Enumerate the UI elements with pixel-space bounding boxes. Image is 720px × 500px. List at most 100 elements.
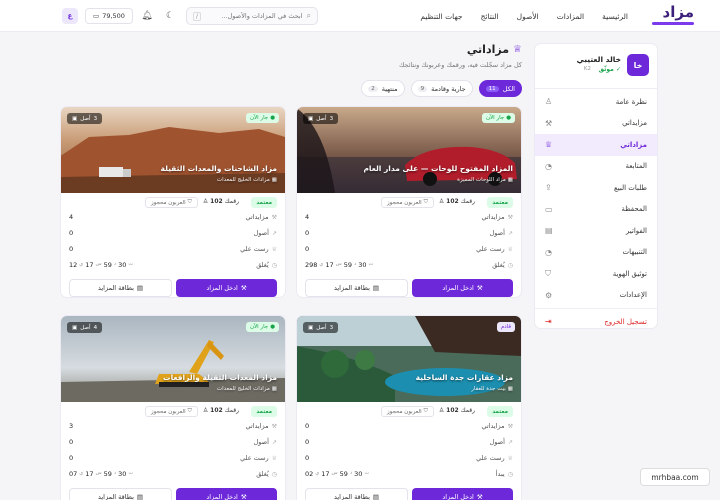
- auction-title: مزاد الشاحنات والمعدات الثقيلة: [160, 164, 277, 173]
- approved-badge: معتمد: [251, 197, 277, 208]
- status-badge: ● جار الآن: [482, 113, 515, 123]
- nav-assets[interactable]: الأصول: [517, 12, 539, 21]
- card-icon: ▤: [372, 284, 380, 292]
- wallet-icon: ▭: [93, 12, 100, 20]
- gavel-icon: ⚒: [507, 213, 513, 221]
- lots-badge: 4 أصل ▣: [67, 322, 103, 333]
- auction-organizer: ▦ مزادات الخليج للمعدات: [216, 177, 277, 183]
- clock-icon: ◷: [507, 261, 513, 269]
- enter-auction-button[interactable]: ⚒ ادخل المزاد: [176, 279, 277, 297]
- bidder-card-button[interactable]: ▤ بطاقة المزايد: [305, 279, 408, 297]
- gavel-icon: ⚒: [271, 422, 277, 430]
- brand-logo[interactable]: مزاد: [648, 3, 694, 27]
- arrow-icon: ↗: [507, 438, 513, 446]
- logo-underline: [652, 22, 694, 25]
- enter-auction-button[interactable]: ⚒ ادخل المزاد: [176, 488, 277, 500]
- filter-all[interactable]: الكل 11: [478, 80, 522, 97]
- bell-icon: ◔: [545, 161, 552, 171]
- divider: [535, 88, 657, 89]
- account-sidebar: خا خالد العتيبي ✓ موثّق K2 نظرة عامة ♙ مز…: [534, 43, 658, 329]
- paddle-number: رقمك 102 ♙: [438, 198, 475, 205]
- box-icon: ▣: [72, 324, 78, 331]
- theme-toggle-icon[interactable]: ☾: [162, 8, 178, 24]
- auction-card[interactable]: قادم 3 أصل ▣ مزاد عقارات جدة الساحلية ▦ ب…: [296, 315, 522, 500]
- card-icon: ▤: [136, 284, 144, 292]
- trophy-icon: ♕: [545, 140, 553, 150]
- auction-image[interactable]: ● جار الآن 3 أصل ▣ المزاد المفتوح للوحات…: [297, 107, 521, 193]
- sidebar-item-kyc[interactable]: توثيق الهوية ⛉: [535, 263, 657, 285]
- auction-card[interactable]: ● جار الآن 3 أصل ▣ المزاد المفتوح للوحات…: [296, 106, 522, 298]
- user-icon: ♙: [438, 407, 445, 414]
- countdown-timer: 298 ي 17 س 59 د 30 ث: [305, 261, 374, 269]
- page-subtitle: كل مزاد سجّلت فيه، ورقمك وعربونك ونتائجك: [398, 61, 522, 69]
- sidebar-item-settings[interactable]: الإعدادات ⚙: [535, 285, 657, 307]
- sidebar-item-sell-requests[interactable]: طلبات البيع ⇪: [535, 177, 657, 199]
- wallet-balance[interactable]: 79,500 ▭: [85, 8, 133, 24]
- lots-badge: 3 أصل ▣: [67, 113, 103, 124]
- logout-icon: ⇥: [545, 317, 552, 327]
- sidebar-item-alerts[interactable]: التنبيهات ◔: [535, 242, 657, 264]
- logout-button[interactable]: تسجيل الخروج ⇥: [535, 311, 657, 333]
- arrow-icon: ↗: [507, 229, 513, 237]
- clock-icon: ◷: [507, 470, 513, 478]
- auction-image[interactable]: قادم 3 أصل ▣ مزاد عقارات جدة الساحلية ▦ ب…: [297, 316, 521, 402]
- sidebar-item-invoices[interactable]: الفواتير ▤: [535, 220, 657, 242]
- auction-card[interactable]: ● جار الآن 3 أصل ▣ مزاد الشاحنات والمعدا…: [60, 106, 286, 298]
- gavel-icon: ⚒: [545, 118, 553, 128]
- search-box[interactable]: ⌕ /: [186, 7, 318, 25]
- nav-regulators[interactable]: جهات التنظيم: [420, 12, 462, 21]
- gavel-icon: ⚒: [240, 493, 247, 500]
- notifications-icon[interactable]: 🔔︎: [139, 8, 155, 24]
- enter-auction-button[interactable]: ⚒ ادخل المزاد: [412, 279, 513, 297]
- divider: [535, 308, 657, 309]
- user-avatar: خا: [627, 54, 649, 76]
- nav-home[interactable]: الرئيسية: [602, 12, 628, 21]
- auction-organizer: ▦ مزادات الخليج للمعدات: [216, 386, 277, 392]
- paddle-number: رقمك 102 ♙: [202, 407, 239, 414]
- user-name: خالد العتيبي: [576, 55, 621, 64]
- countdown-timer: 12 ي 17 س 59 د 30 ث: [69, 261, 134, 269]
- card-icon: ▤: [372, 493, 380, 500]
- gear-icon: ⚙: [545, 290, 553, 300]
- page-title: ♕ مزاداتي: [466, 43, 522, 56]
- sidebar-item-my-bids[interactable]: مزايداتي ⚒: [535, 113, 657, 135]
- user-card: خا خالد العتيبي ✓ موثّق K2: [541, 54, 649, 80]
- bidder-card-button[interactable]: ▤ بطاقة المزايد: [305, 488, 408, 500]
- filter-ongoing-upcoming[interactable]: جارية وقادمة 9: [410, 80, 473, 97]
- arrow-icon: ↗: [271, 438, 277, 446]
- trophy-icon: ♕: [271, 245, 277, 253]
- arrow-icon: ↗: [271, 229, 277, 237]
- auction-card[interactable]: ● جار الآن 4 أصل ▣ مزاد المعدات الثقيلة …: [60, 315, 286, 500]
- gavel-icon: ⚒: [240, 284, 247, 292]
- clock-icon: ◷: [271, 261, 277, 269]
- auction-image[interactable]: ● جار الآن 4 أصل ▣ مزاد المعدات الثقيلة …: [61, 316, 285, 402]
- trophy-icon: ♕: [507, 454, 513, 462]
- box-icon: ▣: [72, 115, 78, 122]
- auction-title: المزاد المفتوح للوحات — على مدار العام: [363, 164, 513, 173]
- sidebar-item-overview[interactable]: نظرة عامة ♙: [535, 91, 657, 113]
- filter-ended[interactable]: منتهية 2: [361, 80, 405, 97]
- nav-results[interactable]: النتائج: [481, 12, 499, 21]
- auction-title: مزاد عقارات جدة الساحلية: [415, 373, 513, 382]
- lots-badge: 3 أصل ▣: [303, 322, 339, 333]
- enter-auction-button[interactable]: ⚒ ادخل المزاد: [412, 488, 513, 500]
- top-header: مزاد الرئيسية المزادات الأصول النتائج جه…: [0, 0, 720, 32]
- nav-auctions[interactable]: المزادات: [557, 12, 584, 21]
- header-avatar[interactable]: ع: [62, 8, 78, 24]
- user-icon: ♙: [545, 97, 553, 107]
- user-icon: ♙: [202, 407, 209, 414]
- gavel-icon: ⚒: [271, 213, 277, 221]
- sidebar-item-wallet[interactable]: المحفظة ▭: [535, 199, 657, 221]
- sidebar-item-my-auctions[interactable]: مزاداتي ♕: [535, 134, 657, 156]
- bell-icon: ◔: [545, 247, 552, 257]
- sidebar-item-watchlist[interactable]: المتابعة ◔: [535, 156, 657, 178]
- paddle-number: رقمك 102 ♙: [202, 198, 239, 205]
- auction-image[interactable]: ● جار الآن 3 أصل ▣ مزاد الشاحنات والمعدا…: [61, 107, 285, 193]
- search-icon: ⌕: [306, 11, 311, 20]
- search-input[interactable]: [205, 12, 303, 20]
- trophy-icon: ♕: [513, 44, 522, 55]
- approved-badge: معتمد: [251, 406, 277, 417]
- bidder-card-button[interactable]: ▤ بطاقة المزايد: [69, 488, 172, 500]
- auction-organizer: ▦ مزاد اللوحات المميزة: [457, 177, 513, 183]
- bidder-card-button[interactable]: ▤ بطاقة المزايد: [69, 279, 172, 297]
